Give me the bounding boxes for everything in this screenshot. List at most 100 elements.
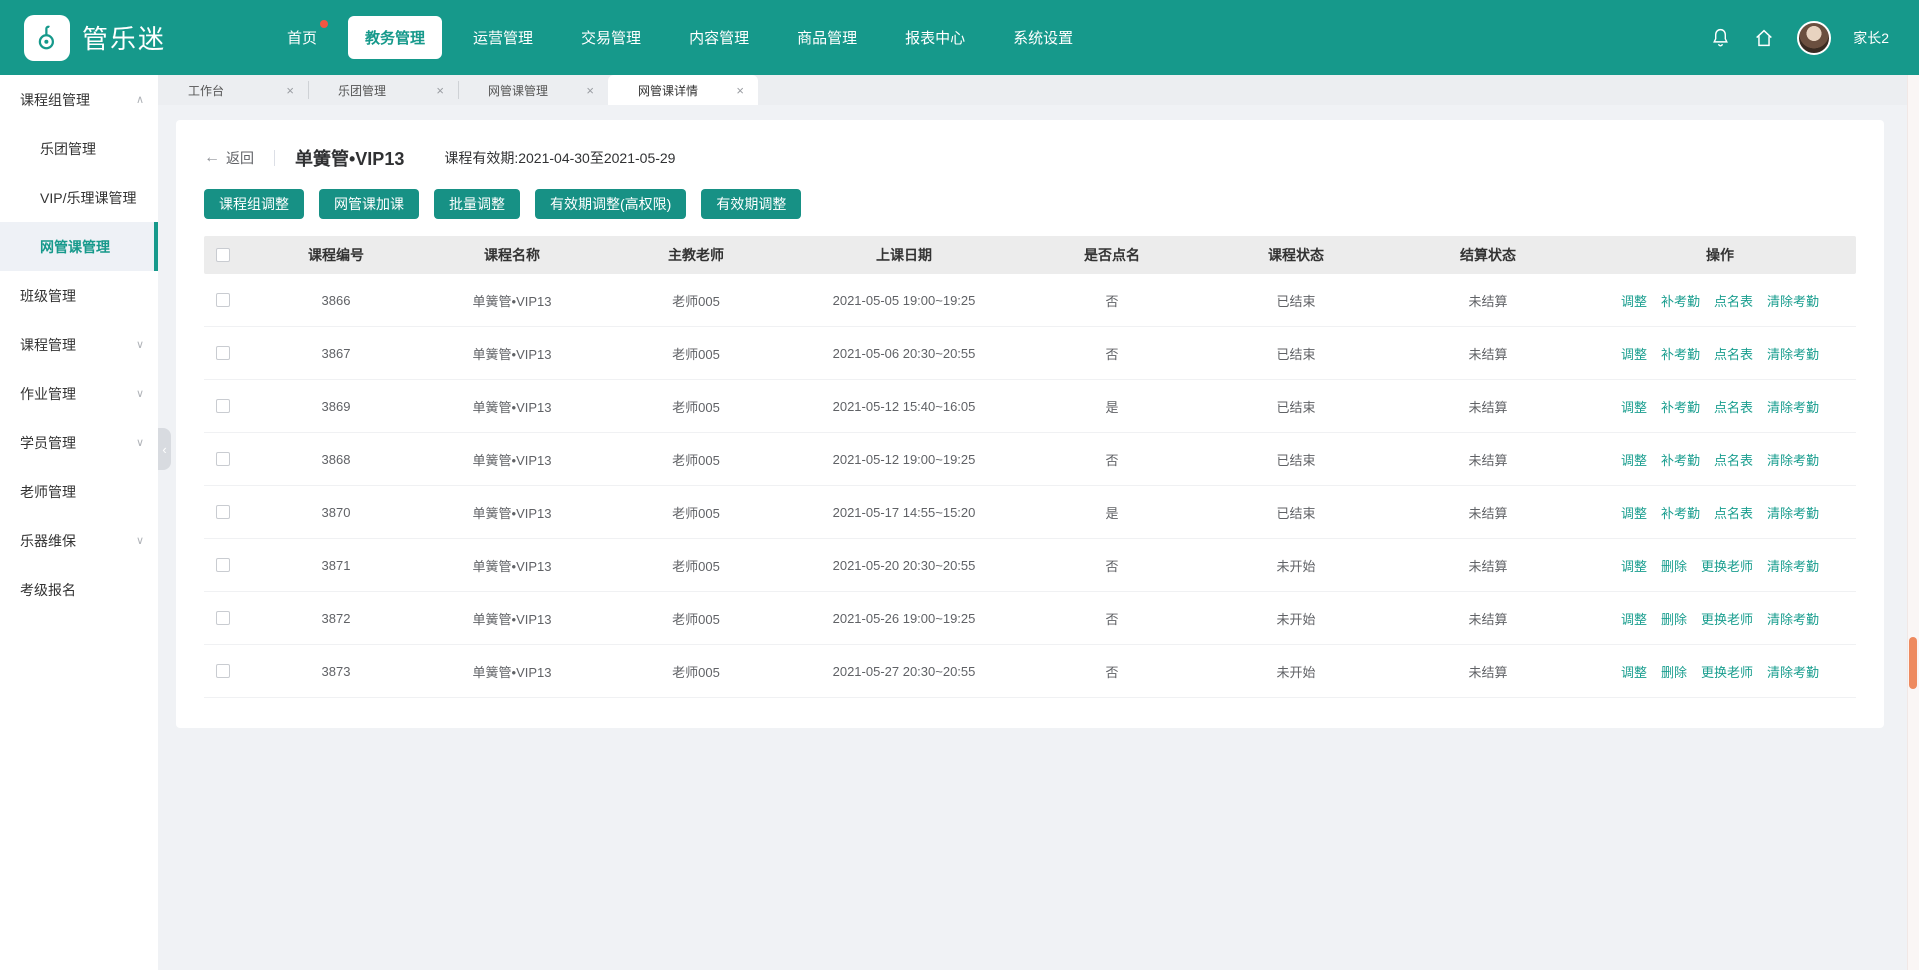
row-checkbox[interactable] [216, 664, 230, 678]
row-checkbox[interactable] [216, 452, 230, 466]
sidebar-item-网管课管理[interactable]: 网管课管理 [0, 222, 158, 271]
sidebar-item-VIP/乐理课管理[interactable]: VIP/乐理课管理 [0, 173, 158, 222]
sidebar-item-考级报名[interactable]: 考级报名 [0, 565, 158, 614]
action-link-点名表[interactable]: 点名表 [1714, 400, 1753, 415]
row-checkbox[interactable] [216, 558, 230, 572]
action-link-清除考勤[interactable]: 清除考勤 [1767, 665, 1819, 680]
topnav-item-运营管理[interactable]: 运营管理 [456, 16, 550, 59]
action-link-点名表[interactable]: 点名表 [1714, 294, 1753, 309]
column-header-课程名称: 课程名称 [416, 245, 608, 265]
close-icon[interactable]: × [736, 83, 744, 98]
action-link-调整[interactable]: 调整 [1621, 347, 1647, 362]
app-logo[interactable]: 管乐迷 [0, 15, 270, 61]
button-有效期调整(高权限)[interactable]: 有效期调整(高权限) [535, 189, 686, 219]
action-link-清除考勤[interactable]: 清除考勤 [1767, 506, 1819, 521]
row-checkbox-cell [204, 452, 256, 466]
sidebar-collapse-handle[interactable]: ‹ [158, 428, 171, 470]
home-icon[interactable] [1753, 27, 1775, 49]
row-checkbox[interactable] [216, 346, 230, 360]
action-link-删除[interactable]: 删除 [1661, 559, 1687, 574]
topnav-item-教务管理[interactable]: 教务管理 [348, 16, 442, 59]
topnav-item-交易管理[interactable]: 交易管理 [564, 16, 658, 59]
sidebar-item-乐团管理[interactable]: 乐团管理 [0, 124, 158, 173]
sidebar-item-label: 乐器维保 [20, 531, 76, 551]
action-link-调整[interactable]: 调整 [1621, 294, 1647, 309]
button-批量调整[interactable]: 批量调整 [434, 189, 520, 219]
button-网管课加课[interactable]: 网管课加课 [319, 189, 419, 219]
action-link-点名表[interactable]: 点名表 [1714, 506, 1753, 521]
select-all-checkbox[interactable] [216, 248, 230, 262]
row-checkbox-cell [204, 505, 256, 519]
tab-网管课详情[interactable]: 网管课详情× [608, 75, 758, 105]
row-checkbox[interactable] [216, 611, 230, 625]
topnav-item-首页[interactable]: 首页 [270, 16, 334, 59]
action-link-补考勤[interactable]: 补考勤 [1661, 506, 1700, 521]
sidebar-item-作业管理[interactable]: 作业管理∨ [0, 369, 158, 418]
action-link-调整[interactable]: 调整 [1621, 453, 1647, 468]
action-link-补考勤[interactable]: 补考勤 [1661, 400, 1700, 415]
action-link-清除考勤[interactable]: 清除考勤 [1767, 294, 1819, 309]
sidebar-item-乐器维保[interactable]: 乐器维保∨ [0, 516, 158, 565]
topnav-item-报表中心[interactable]: 报表中心 [888, 16, 982, 59]
chevron-down-icon: ∨ [136, 338, 144, 351]
action-link-调整[interactable]: 调整 [1621, 559, 1647, 574]
row-checkbox[interactable] [216, 293, 230, 307]
page-scrollbar[interactable] [1907, 75, 1919, 970]
username-label[interactable]: 家长2 [1853, 28, 1889, 48]
topnav-item-系统设置[interactable]: 系统设置 [996, 16, 1090, 59]
top-navigation: 首页教务管理运营管理交易管理内容管理商品管理报表中心系统设置 [270, 16, 1709, 59]
back-button[interactable]: ← 返回 [204, 148, 254, 168]
cell-roll: 否 [1024, 344, 1200, 363]
close-icon[interactable]: × [586, 83, 594, 98]
close-icon[interactable]: × [286, 83, 294, 98]
scrollbar-thumb[interactable] [1909, 637, 1917, 689]
tab-网管课管理[interactable]: 网管课管理× [458, 75, 608, 105]
action-link-清除考勤[interactable]: 清除考勤 [1767, 400, 1819, 415]
tab-工作台[interactable]: 工作台× [158, 75, 308, 105]
cell-teacher: 老师005 [608, 609, 784, 628]
sidebar-item-课程组管理[interactable]: 课程组管理∧ [0, 75, 158, 124]
action-link-更换老师[interactable]: 更换老师 [1701, 559, 1753, 574]
tab-乐团管理[interactable]: 乐团管理× [308, 75, 458, 105]
row-checkbox[interactable] [216, 505, 230, 519]
button-有效期调整[interactable]: 有效期调整 [701, 189, 801, 219]
button-课程组调整[interactable]: 课程组调整 [204, 189, 304, 219]
sidebar-item-班级管理[interactable]: 班级管理 [0, 271, 158, 320]
action-link-调整[interactable]: 调整 [1621, 506, 1647, 521]
sidebar-item-老师管理[interactable]: 老师管理 [0, 467, 158, 516]
row-checkbox[interactable] [216, 399, 230, 413]
sidebar-item-课程管理[interactable]: 课程管理∨ [0, 320, 158, 369]
action-link-补考勤[interactable]: 补考勤 [1661, 347, 1700, 362]
action-link-补考勤[interactable]: 补考勤 [1661, 453, 1700, 468]
row-checkbox-cell [204, 293, 256, 307]
action-link-调整[interactable]: 调整 [1621, 612, 1647, 627]
cell-settle: 未结算 [1392, 662, 1584, 681]
close-icon[interactable]: × [436, 83, 444, 98]
table-row: 3866单簧管•VIP13老师0052021-05-05 19:00~19:25… [204, 274, 1856, 327]
bell-icon[interactable] [1709, 27, 1731, 49]
cell-status: 已结束 [1200, 291, 1392, 310]
action-link-删除[interactable]: 删除 [1661, 612, 1687, 627]
cell-name: 单簧管•VIP13 [416, 291, 608, 310]
action-link-调整[interactable]: 调整 [1621, 665, 1647, 680]
action-link-清除考勤[interactable]: 清除考勤 [1767, 347, 1819, 362]
action-link-更换老师[interactable]: 更换老师 [1701, 612, 1753, 627]
action-link-清除考勤[interactable]: 清除考勤 [1767, 453, 1819, 468]
action-link-清除考勤[interactable]: 清除考勤 [1767, 612, 1819, 627]
action-link-调整[interactable]: 调整 [1621, 400, 1647, 415]
page-header: ← 返回 单簧管•VIP13 课程有效期:2021-04-30至2021-05-… [204, 144, 1856, 172]
topnav-item-商品管理[interactable]: 商品管理 [780, 16, 874, 59]
action-link-点名表[interactable]: 点名表 [1714, 347, 1753, 362]
action-link-删除[interactable]: 删除 [1661, 665, 1687, 680]
action-link-清除考勤[interactable]: 清除考勤 [1767, 559, 1819, 574]
cell-settle: 未结算 [1392, 556, 1584, 575]
action-link-更换老师[interactable]: 更换老师 [1701, 665, 1753, 680]
table-row: 3867单簧管•VIP13老师0052021-05-06 20:30~20:55… [204, 327, 1856, 380]
action-link-补考勤[interactable]: 补考勤 [1661, 294, 1700, 309]
sidebar-item-学员管理[interactable]: 学员管理∨ [0, 418, 158, 467]
action-link-点名表[interactable]: 点名表 [1714, 453, 1753, 468]
column-header-主教老师: 主教老师 [608, 245, 784, 265]
row-checkbox-cell [204, 558, 256, 572]
topnav-item-内容管理[interactable]: 内容管理 [672, 16, 766, 59]
user-avatar[interactable] [1797, 21, 1831, 55]
